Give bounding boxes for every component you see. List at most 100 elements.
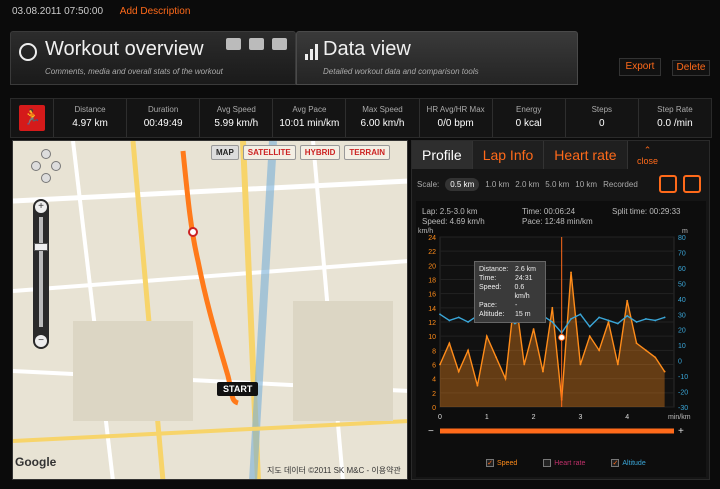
series-altitude-point [626, 314, 629, 317]
y-left-unit: km/h [418, 228, 433, 235]
series-altitude-point [645, 318, 647, 320]
pan-up-icon[interactable] [41, 149, 51, 159]
zoom-track[interactable] [39, 217, 43, 327]
zoom-search-icon[interactable] [659, 175, 677, 193]
pan-control[interactable] [31, 149, 61, 189]
route-map[interactable]: MAP SATELLITE HYBRID TERRAIN + − START Goog… [12, 140, 408, 480]
delete-button[interactable]: Delete [672, 60, 710, 76]
stat-value: 5.99 km/h [214, 118, 259, 129]
legend-checkbox[interactable] [543, 459, 552, 467]
running-icon-wrap: 🏃 [11, 99, 53, 137]
y-left-tick-label: 2 [432, 391, 436, 398]
stat-label: Max Speed [362, 105, 403, 114]
export-button[interactable]: Export [619, 58, 661, 76]
add-description-link[interactable]: Add Description [120, 6, 191, 17]
tab-workout-overview[interactable]: Workout overview Comments, media and ove… [10, 31, 296, 85]
zoom-slider-thumb[interactable] [34, 243, 48, 251]
legend-label: Speed [497, 459, 518, 467]
stat-label: HR Avg/HR Max [426, 105, 485, 114]
header-bar: 03.08.2011 07:50:00 Add Description [12, 6, 190, 17]
position-marker [188, 227, 198, 237]
start-marker[interactable]: START [217, 382, 259, 396]
range-minus-icon: − [428, 426, 434, 437]
series-altitude-point [579, 313, 582, 316]
series-altitude-point [616, 322, 619, 325]
tab-data-subtitle: Detailed workout data and comparison too… [323, 67, 479, 76]
app-root: 03.08.2011 07:50:00 Add Description Work… [0, 0, 720, 489]
tab-profile[interactable]: Profile [412, 141, 473, 169]
map-type-satellite[interactable]: SATELLITE [242, 145, 296, 160]
map-copyright[interactable]: 지도 데이터 ©2011 SK M&C - 이용약관 [267, 465, 401, 476]
y-right-tick-label: 50 [678, 281, 686, 288]
x-tick-label: 0 [438, 414, 442, 421]
stat-label: Distance [74, 105, 106, 114]
scale-option[interactable]: 10 km [575, 180, 597, 189]
tab-heart-rate[interactable]: Heart rate [544, 141, 628, 169]
stats-bar: 🏃 Distance 4.97 km Duration 00:49:49 Avg Spe… [10, 98, 712, 138]
fullscreen-icon[interactable] [683, 175, 701, 193]
map-type-hybrid[interactable]: HYBRID [299, 145, 341, 160]
legend-speed[interactable]: ✓ Speed [486, 459, 517, 467]
stat-value: 4.97 km [72, 118, 108, 129]
series-altitude-point [588, 325, 591, 328]
comment-icon[interactable] [249, 38, 264, 50]
tab-data-view[interactable]: Data view Detailed workout data and comp… [296, 31, 578, 85]
pan-down-icon[interactable] [41, 173, 51, 183]
series-speed-point [448, 342, 451, 345]
workout-datetime: 03.08.2011 07:50:00 [12, 6, 104, 17]
profile-chart[interactable]: Lap: 2.5-3.0 km Speed: 4.69 km/h Time: 0… [416, 201, 706, 477]
legend-checkbox[interactable]: ✓ [486, 459, 494, 467]
stat-value: 0/0 bpm [437, 118, 474, 129]
stat-3: Avg Pace 10:01 min/km [272, 99, 345, 137]
y-left-tick-label: 0 [432, 405, 436, 412]
scale-option[interactable]: 1.0 km [485, 180, 509, 189]
scale-option[interactable]: 2.0 km [515, 180, 539, 189]
x-tick-label: 4 [625, 414, 629, 421]
y-left-tick-label: 22 [428, 249, 436, 256]
series-altitude-point [457, 316, 460, 319]
bar-chart-icon [305, 44, 321, 60]
series-altitude-point [635, 321, 638, 323]
y-right-tick-label: 30 [678, 312, 686, 319]
chart-svg: 24222018161412108642080706050403020100-1… [418, 228, 691, 437]
eye-icon[interactable] [226, 38, 241, 50]
map-type-terrain[interactable]: TERRAIN [344, 145, 390, 160]
legend-checkbox[interactable]: ✓ [611, 459, 620, 467]
close-button[interactable]: ⌃ close [628, 141, 668, 169]
x-tick-label: 3 [578, 414, 582, 421]
x-tick-label: 1 [485, 414, 489, 421]
tab-overview-subtitle: Comments, media and overall stats of the… [45, 67, 223, 76]
cursor-marker [558, 333, 566, 341]
stat-label: Steps [591, 105, 613, 114]
chevron-up-icon: ⌃ [643, 145, 652, 155]
y-right-tick-label: 60 [678, 266, 686, 273]
legend-altitude[interactable]: ✓ Altitude [611, 459, 646, 467]
series-speed-point [495, 356, 498, 359]
scale-option[interactable]: 5.0 km [545, 180, 569, 189]
stat-5: HR Avg/HR Max 0/0 bpm [418, 99, 492, 137]
series-speed-point [467, 349, 469, 352]
zoom-in-icon[interactable]: + [35, 201, 47, 213]
y-right-tick-label: 20 [678, 328, 686, 335]
tab-lap-info[interactable]: Lap Info [472, 141, 545, 169]
pan-left-icon[interactable] [31, 161, 41, 171]
map-canvas [13, 141, 407, 479]
legend-heart-rate[interactable]: Heart rate [543, 459, 585, 467]
series-speed-point [635, 342, 638, 345]
series-speed-point [570, 271, 572, 274]
stat-1: Duration 00:49:49 [126, 99, 199, 137]
media-icons [226, 38, 287, 50]
zoom-control[interactable]: + − [33, 199, 49, 349]
scale-option[interactable]: 0.5 km [445, 178, 480, 191]
zoom-out-icon[interactable]: − [35, 335, 47, 347]
camera-icon[interactable] [272, 38, 287, 50]
series-altitude-point [439, 313, 441, 316]
stat-label: Duration [148, 105, 179, 114]
stat-value: 10:01 min/km [279, 118, 340, 129]
running-icon: 🏃 [19, 105, 45, 131]
map-type-map[interactable]: MAP [211, 145, 239, 160]
y-left-tick-label: 10 [428, 334, 436, 341]
y-right-unit: m [682, 228, 688, 235]
scale-option[interactable]: Recorded [603, 180, 638, 189]
pan-right-icon[interactable] [51, 161, 61, 171]
